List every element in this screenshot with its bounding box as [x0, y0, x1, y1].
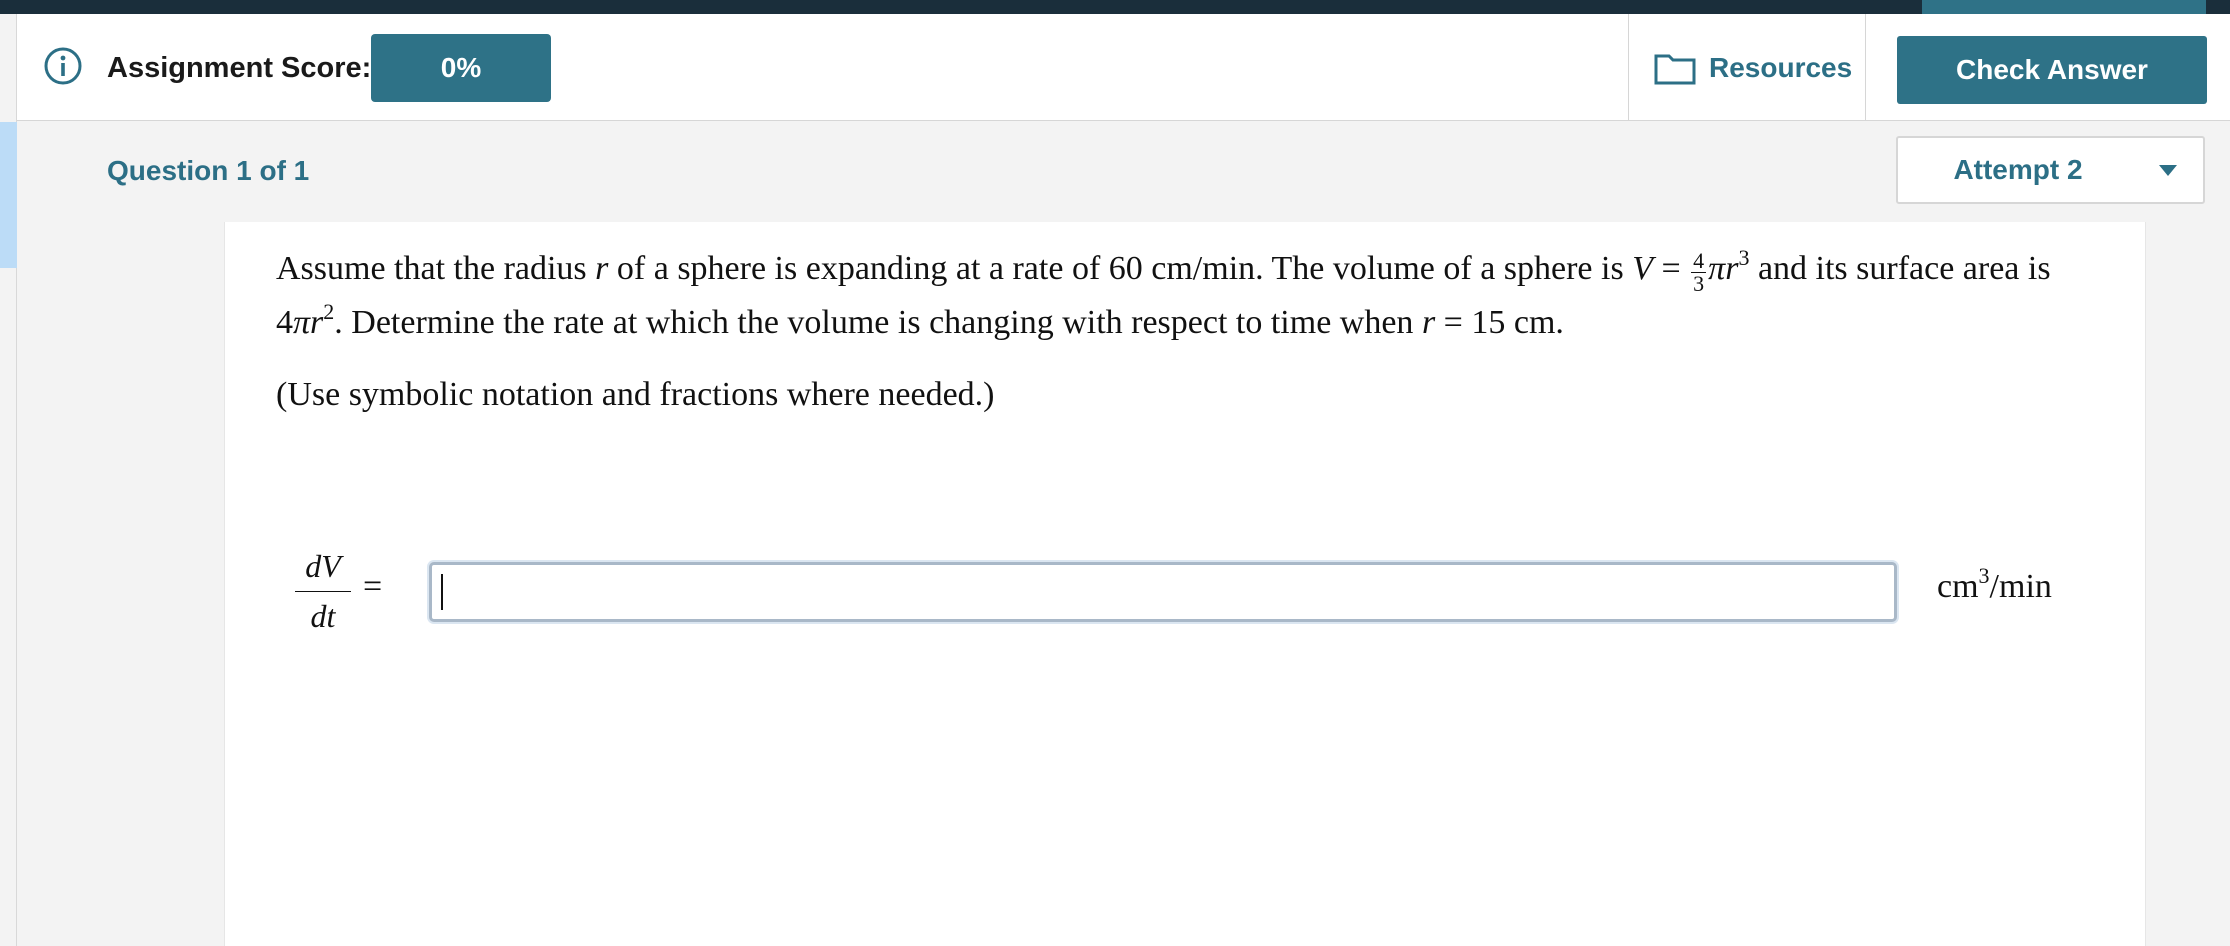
question-text: Assume that the radius r of a sphere is …: [276, 245, 2051, 342]
equals-sign: =: [363, 568, 383, 605]
text-cursor: [441, 574, 443, 610]
question-counter: Question 1 of 1: [107, 155, 310, 186]
fraction: 43: [1691, 248, 1707, 296]
top-bar-accent: [1922, 0, 2206, 14]
answer-input[interactable]: [429, 562, 1897, 622]
assignment-header: Assignment Score: 0% Resources Check Ans…: [17, 14, 2230, 121]
attempt-label: Attempt 2: [1953, 154, 2083, 185]
check-answer-button[interactable]: Check Answer: [1897, 36, 2207, 104]
derivative-label: dV dt: [295, 548, 351, 635]
folder-icon: [1654, 54, 1696, 85]
question-hint: (Use symbolic notation and fractions whe…: [276, 376, 995, 413]
info-icon[interactable]: [43, 46, 83, 86]
question-card: Assume that the radius r of a sphere is …: [224, 222, 2146, 946]
chevron-down-icon: [2159, 165, 2177, 176]
assignment-score-label: Assignment Score:: [107, 52, 372, 84]
resources-label: Resources: [1709, 52, 1853, 83]
top-bar: [0, 0, 2230, 14]
attempt-dropdown[interactable]: Attempt 2: [1896, 136, 2205, 204]
header-divider: [1628, 14, 1629, 120]
question-marker: [0, 122, 17, 268]
header-divider: [1865, 14, 1866, 120]
resources-button[interactable]: Resources: [1653, 44, 1852, 92]
score-badge: 0%: [371, 34, 551, 102]
answer-unit: cm3/min: [1937, 563, 2052, 606]
